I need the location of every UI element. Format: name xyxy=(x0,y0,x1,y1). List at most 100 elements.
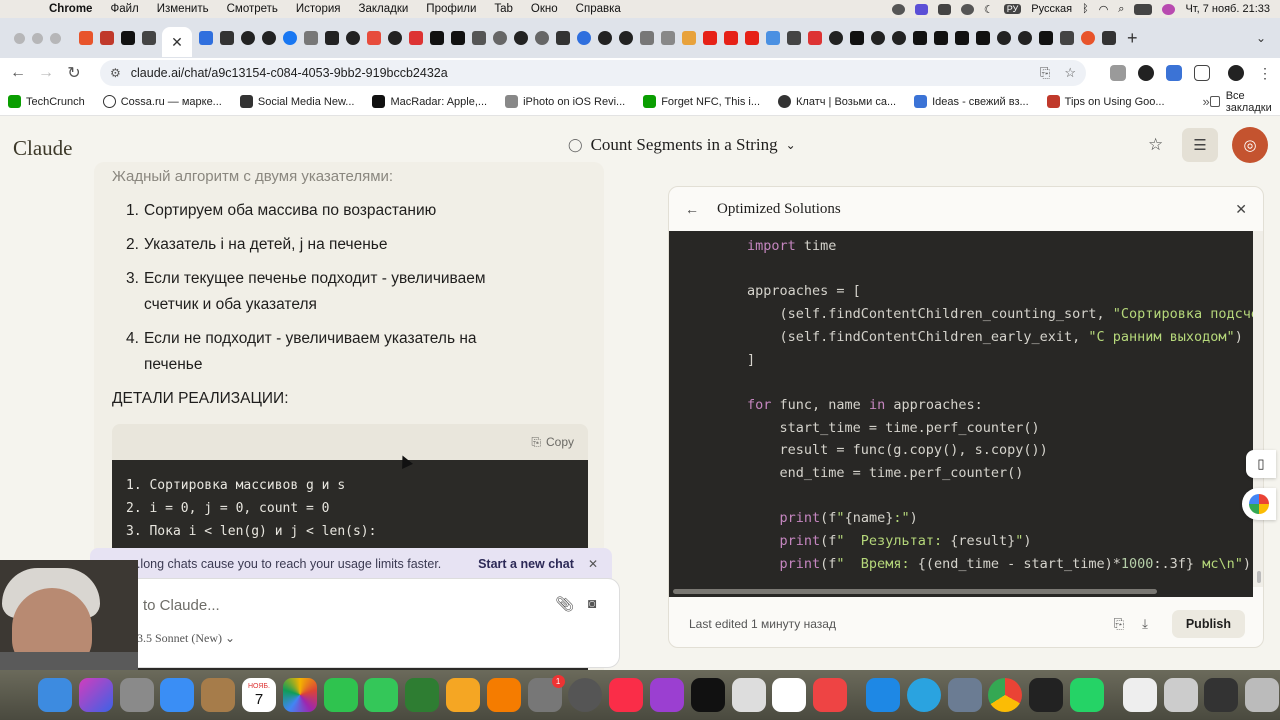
bookmark-item[interactable]: MacRadar: Apple,... xyxy=(372,95,487,108)
bookmark-item[interactable]: Forget NFC, This i... xyxy=(643,95,760,108)
github-icon[interactable] xyxy=(996,31,1011,45)
composer-placeholder[interactable]: to Claude... xyxy=(143,597,220,614)
bookmark-star-icon[interactable]: ☆ xyxy=(1064,65,1076,81)
tab-favicon[interactable] xyxy=(282,31,297,45)
close-icon[interactable]: ✕ xyxy=(1235,201,1247,218)
activity-icon[interactable] xyxy=(960,3,974,15)
bookmark-item[interactable]: TechCrunch xyxy=(8,95,85,108)
scrollbar-thumb[interactable] xyxy=(1257,571,1261,583)
start-new-chat-link[interactable]: Start a new chat xyxy=(478,557,574,571)
tab-favicon[interactable] xyxy=(99,31,114,45)
preview-icon[interactable] xyxy=(947,678,982,712)
tab-favicon[interactable] xyxy=(660,31,675,45)
tab-favicon[interactable] xyxy=(534,31,549,45)
copy-icon[interactable]: ⎘ xyxy=(1114,616,1124,632)
menu-app-name[interactable]: Chrome xyxy=(40,3,101,15)
back-arrow-icon[interactable]: ← xyxy=(685,201,699,217)
tab-favicon[interactable] xyxy=(576,31,591,45)
facetime-icon[interactable] xyxy=(323,678,358,712)
publish-button[interactable]: Publish xyxy=(1171,610,1245,638)
menu-item-history[interactable]: История xyxy=(287,3,350,15)
extension-icon[interactable] xyxy=(1110,65,1126,81)
tab-favicon[interactable] xyxy=(324,31,339,45)
bookmark-item[interactable]: Клатч | Возьми са... xyxy=(778,95,896,108)
youtube-icon[interactable] xyxy=(702,31,717,45)
bookmark-item[interactable]: iPhoto on iOS Revi... xyxy=(505,95,625,108)
tab-favicon[interactable] xyxy=(765,31,780,45)
keynote-icon[interactable] xyxy=(445,678,480,712)
url-text[interactable]: claude.ai/chat/a9c13154-c084-4053-9bb2-9… xyxy=(131,66,448,80)
side-panel-chrome-widget-icon[interactable] xyxy=(1242,488,1276,520)
textedit-icon[interactable] xyxy=(731,678,766,712)
bookmark-item[interactable]: Tips on Using Goo... xyxy=(1046,95,1165,108)
side-panel-book-icon[interactable]: ▯ xyxy=(1246,450,1276,478)
tab-favicon[interactable] xyxy=(975,31,990,45)
tab-favicon[interactable] xyxy=(471,31,486,45)
wifi-icon[interactable]: ◠ xyxy=(1099,3,1109,16)
menu-item-bookmarks[interactable]: Закладки xyxy=(350,3,418,15)
bookmark-item[interactable]: Cossa.ru — марке... xyxy=(102,95,222,108)
extension-icon[interactable] xyxy=(1138,65,1154,81)
tab-favicon[interactable] xyxy=(807,31,822,45)
control-center-icon[interactable] xyxy=(1134,3,1153,15)
screen-share-icon[interactable] xyxy=(914,3,928,15)
menu-item-edit[interactable]: Изменить xyxy=(148,3,218,15)
books-icon[interactable] xyxy=(486,678,521,712)
site-settings-icon[interactable]: ⚙ xyxy=(110,66,121,80)
photos-icon[interactable] xyxy=(282,678,317,712)
github-icon[interactable] xyxy=(618,31,633,45)
tab-favicon[interactable] xyxy=(78,31,93,45)
close-window-icon[interactable] xyxy=(14,32,25,44)
input-language[interactable]: Русская xyxy=(1031,3,1072,15)
tab-favicon[interactable] xyxy=(1080,31,1095,45)
vertical-scrollbar[interactable] xyxy=(1253,231,1263,587)
tab-favicon[interactable] xyxy=(555,31,570,45)
tab-favicon[interactable] xyxy=(954,31,969,45)
translate-icon[interactable] xyxy=(1166,65,1182,81)
youtube-icon[interactable] xyxy=(723,31,738,45)
minimize-window-icon[interactable] xyxy=(32,32,43,44)
tab-favicon[interactable] xyxy=(639,31,654,45)
profile-avatar[interactable]: ◎ xyxy=(1232,127,1268,163)
download-icon[interactable]: ⤓ xyxy=(1142,616,1148,632)
copy-icon[interactable]: ⎘ xyxy=(531,435,541,450)
siri-icon[interactable] xyxy=(1162,3,1176,15)
github-icon[interactable] xyxy=(1017,31,1032,45)
record-icon[interactable] xyxy=(891,3,905,15)
iphone-mirroring-icon[interactable] xyxy=(813,678,848,712)
document-icon[interactable] xyxy=(1122,678,1157,712)
github-icon[interactable] xyxy=(261,31,276,45)
tab-favicon[interactable] xyxy=(912,31,927,45)
address-bar[interactable]: ⚙ claude.ai/chat/a9c13154-c084-4053-9bb2… xyxy=(100,60,1086,86)
music-icon[interactable] xyxy=(609,678,644,712)
github-icon[interactable] xyxy=(345,31,360,45)
mail-icon[interactable] xyxy=(160,678,195,712)
system-settings-icon[interactable]: 1 xyxy=(527,675,565,712)
active-tab-close-icon[interactable]: ✕ xyxy=(162,27,192,57)
install-app-icon[interactable]: ⎘ xyxy=(1040,65,1050,81)
menubar-clock[interactable]: Чт, 7 нояб. 21:33 xyxy=(1185,3,1270,15)
finder-icon[interactable] xyxy=(38,678,72,712)
tab-search-chevron-icon[interactable]: ⌄ xyxy=(1256,31,1266,45)
numbers-icon[interactable] xyxy=(405,678,440,712)
calendar-icon[interactable]: НОЯБ. 7 xyxy=(241,678,276,712)
new-tab-icon[interactable]: + xyxy=(1127,28,1138,49)
tab-favicon[interactable] xyxy=(408,31,423,45)
tab-favicon[interactable] xyxy=(1101,31,1116,45)
menu-item-view[interactable]: Смотреть xyxy=(218,3,287,15)
bookmark-item[interactable]: Social Media New... xyxy=(239,95,354,108)
tab-favicon[interactable] xyxy=(933,31,948,45)
dismiss-notice-icon[interactable]: ✕ xyxy=(588,557,598,571)
menu-item-profiles[interactable]: Профили xyxy=(417,3,485,15)
tab-favicon[interactable] xyxy=(303,31,318,45)
tab-favicon[interactable] xyxy=(429,31,444,45)
search-icon[interactable]: ⌕ xyxy=(1118,3,1124,16)
bookmark-item[interactable]: Ideas - свежий вз... xyxy=(914,95,1029,108)
telegram-icon[interactable] xyxy=(906,678,941,712)
menu-item-window[interactable]: Окно xyxy=(522,3,567,15)
model-selector[interactable]: 3.5 Sonnet (New) ⌄ xyxy=(137,631,235,646)
tab-favicon[interactable] xyxy=(366,31,381,45)
tab-favicon[interactable] xyxy=(219,31,234,45)
forward-arrow-icon[interactable]: → xyxy=(32,64,60,82)
launchpad-icon[interactable] xyxy=(119,678,154,712)
